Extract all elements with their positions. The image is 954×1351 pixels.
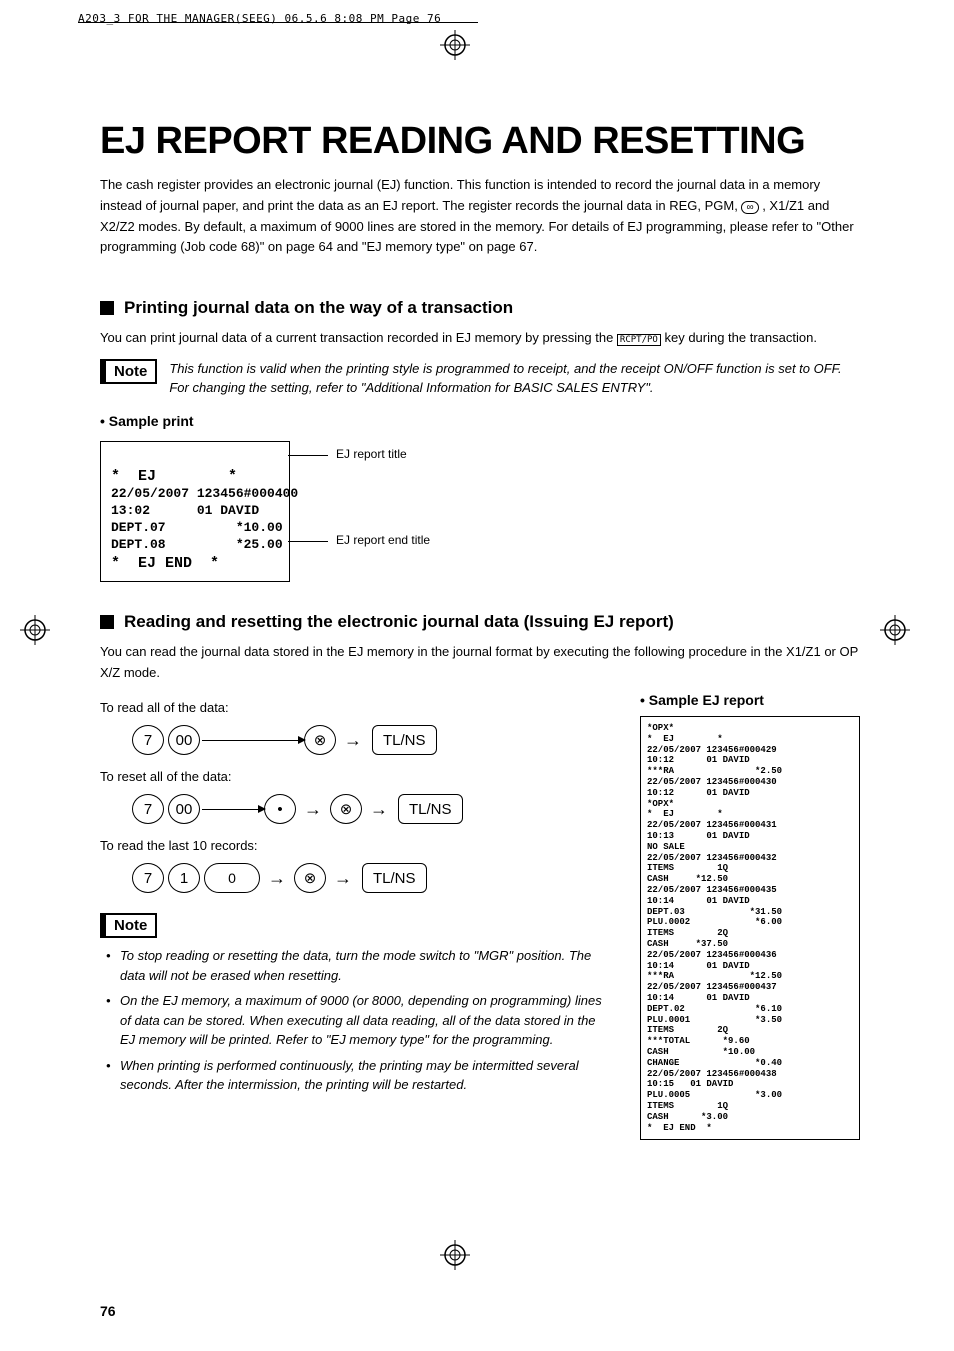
note-label-2: Note bbox=[100, 913, 157, 938]
arrow-icon: → bbox=[304, 799, 322, 820]
sample-ej-label: • Sample EJ report bbox=[640, 692, 860, 708]
section-1-title: Printing journal data on the way of a tr… bbox=[100, 298, 860, 318]
section-2-text: You can read the journal data stored in … bbox=[100, 642, 860, 684]
arrow-icon: → bbox=[334, 868, 352, 889]
note-label: Note bbox=[100, 359, 157, 384]
page-header-text: A203_3 FOR THE MANAGER(SEEG) 06.5.6 8:08… bbox=[78, 12, 441, 25]
note-item-2: On the EJ memory, a maximum of 9000 (or … bbox=[120, 991, 610, 1050]
arrow-icon: → bbox=[344, 730, 362, 751]
callout-line bbox=[288, 455, 328, 456]
registration-mark-bottom bbox=[440, 1240, 470, 1270]
sample-ej-report: *OPX* * EJ * 22/05/2007 123456#000429 10… bbox=[640, 716, 860, 1140]
key-multiply: ⊗ bbox=[330, 794, 362, 824]
registration-mark-left bbox=[20, 615, 50, 645]
key-tlns: TL/NS bbox=[398, 794, 463, 824]
key-00: 00 bbox=[168, 794, 200, 824]
section-2-title: Reading and resetting the electronic jou… bbox=[100, 612, 860, 632]
sample-receipt: * EJ * 22/05/2007 123456#000400 13:02 01… bbox=[100, 441, 290, 582]
arrow-line bbox=[202, 740, 302, 741]
registration-mark-top bbox=[440, 30, 470, 60]
sample-receipt-container: * EJ * 22/05/2007 123456#000400 13:02 01… bbox=[100, 441, 860, 582]
key-sequence-read-all: 7 00 ⊗ → TL/NS bbox=[130, 725, 610, 755]
key-sequence-read-last: 7 1 0 → ⊗ → TL/NS bbox=[130, 863, 610, 893]
key-tlns: TL/NS bbox=[362, 863, 427, 893]
note-item-3: When printing is performed continuously,… bbox=[120, 1056, 610, 1095]
callout-ej-end: EJ report end title bbox=[336, 533, 430, 547]
header-rule bbox=[78, 22, 478, 23]
registration-mark-right bbox=[880, 615, 910, 645]
page-number: 76 bbox=[100, 1303, 116, 1319]
callout-ej-title: EJ report title bbox=[336, 447, 407, 461]
note-item-1: To stop reading or resetting the data, t… bbox=[120, 946, 610, 985]
callout-line bbox=[288, 541, 328, 542]
key-0: 0 bbox=[204, 863, 260, 893]
key-7: 7 bbox=[132, 863, 164, 893]
key-7: 7 bbox=[132, 725, 164, 755]
page-title: EJ REPORT READING AND RESETTING bbox=[100, 120, 860, 163]
arrow-icon: → bbox=[268, 868, 286, 889]
section-1-text: You can print journal data of a current … bbox=[100, 328, 860, 349]
key-7: 7 bbox=[132, 794, 164, 824]
key-dot: • bbox=[264, 794, 296, 824]
rcptpo-key-icon: RCPT/PO bbox=[617, 334, 661, 346]
key-tlns: TL/NS bbox=[372, 725, 437, 755]
key-00: 00 bbox=[168, 725, 200, 755]
key-multiply: ⊗ bbox=[304, 725, 336, 755]
read-last-label: To read the last 10 records: bbox=[100, 838, 610, 853]
loop-icon: ∞ bbox=[741, 201, 758, 214]
sample-print-label: • Sample print bbox=[100, 413, 860, 429]
note-box-1: Note This function is valid when the pri… bbox=[100, 359, 860, 398]
key-1: 1 bbox=[168, 863, 200, 893]
reset-all-label: To reset all of the data: bbox=[100, 769, 610, 784]
key-multiply: ⊗ bbox=[294, 863, 326, 893]
read-all-label: To read all of the data: bbox=[100, 700, 610, 715]
note-text-1: This function is valid when the printing… bbox=[169, 359, 860, 398]
arrow-icon: → bbox=[370, 799, 388, 820]
key-sequence-reset-all: 7 00 • → ⊗ → TL/NS bbox=[130, 794, 610, 824]
intro-paragraph: The cash register provides an electronic… bbox=[100, 175, 860, 258]
arrow-line bbox=[202, 809, 262, 810]
note-list: To stop reading or resetting the data, t… bbox=[100, 946, 610, 1095]
